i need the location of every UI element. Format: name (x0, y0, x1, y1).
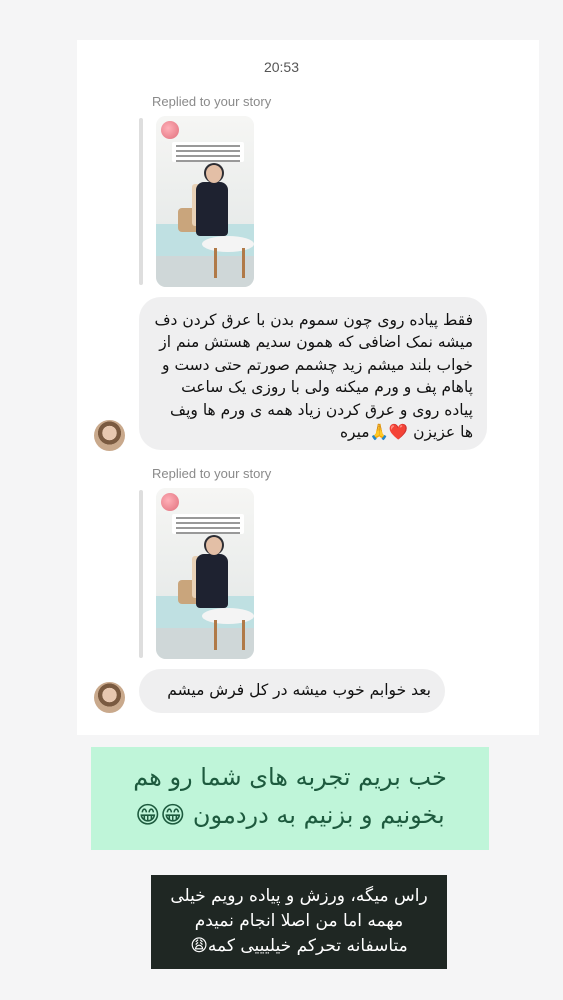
replied-to-story-label: Replied to your story (152, 466, 272, 481)
story-thumbnail[interactable] (156, 116, 254, 287)
message-bubble[interactable]: بعد خوابم خوب میشه در کل فرش میشم (139, 669, 445, 713)
replied-to-story-label: Replied to your story (152, 94, 272, 109)
reply-line: راس میگه، ورزش و پیاده رویم خیلی (170, 886, 428, 906)
reply-line: متاسفانه تحرکم خیلیییی کمه😩 (190, 936, 408, 956)
message-bubble[interactable]: فقط پیاده روی چون سموم بدن با عرق کردن د… (139, 297, 487, 450)
heart-sticker-icon (161, 121, 179, 139)
heart-sticker-icon (161, 493, 179, 511)
reply-quote-rail (139, 490, 143, 658)
caption-line: خب بریم تجربه های شما رو هم (133, 763, 447, 791)
story-thumbnail[interactable] (156, 488, 254, 659)
sender-avatar[interactable] (94, 420, 125, 451)
caption-line: بخونیم و بزنیم به دردمون 😁😁 (135, 801, 445, 829)
message-timestamp: 20:53 (263, 59, 300, 75)
reply-line: مهمه اما من اصلا انجام نمیدم (194, 911, 404, 931)
caption-banner: خب بریم تجربه های شما رو هم بخونیم و بزن… (91, 747, 489, 850)
reply-quote-rail (139, 118, 143, 285)
sender-avatar[interactable] (94, 682, 125, 713)
author-reply-box: راس میگه، ورزش و پیاده رویم خیلی مهمه ام… (151, 875, 447, 969)
